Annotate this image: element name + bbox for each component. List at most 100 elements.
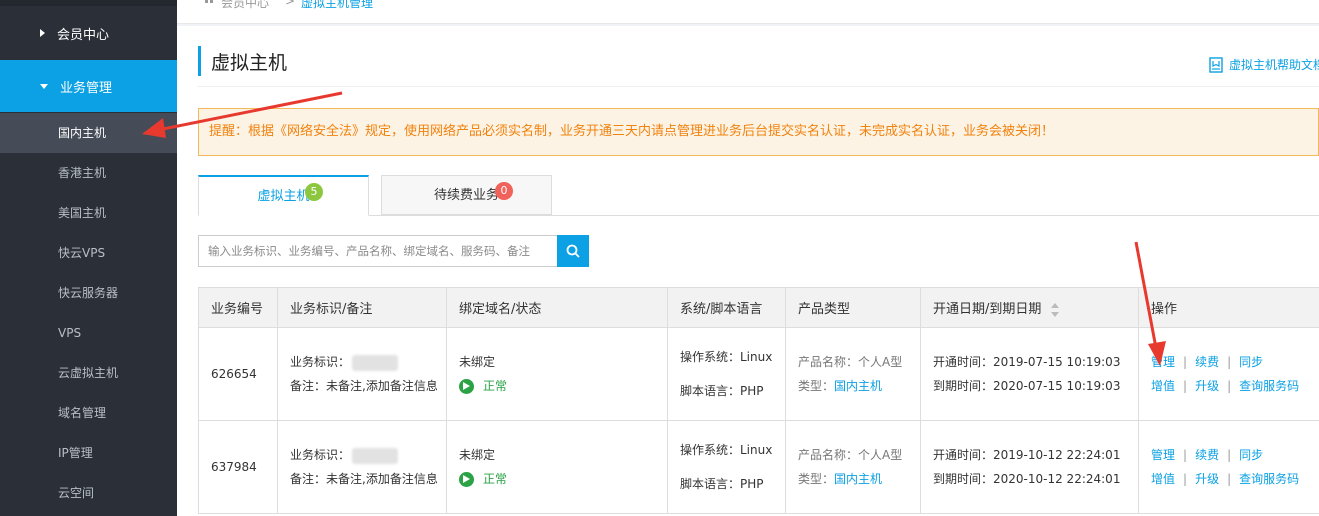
type-link[interactable]: 国内主机 [834,472,882,486]
note-text[interactable]: 备注：未备注,添加备注信息 [290,374,438,398]
title-divider [198,86,1319,87]
table-header-row: 业务编号 业务标识/备注 绑定域名/状态 系统/脚本语言 产品类型 开通日期/到… [198,287,1319,328]
status-badge: 正常 [459,374,655,398]
cell-ident: 业务标识： 备注：未备注,添加备注信息 [277,420,447,514]
count-badge: 0 [495,182,513,200]
renew-link[interactable]: 续费 [1195,448,1219,462]
search-icon [566,244,580,258]
script-text: 脚本语言：PHP [680,384,764,398]
upgrade-link[interactable]: 升级 [1195,379,1219,393]
cell-product: 产品名称：个人A型 类型：国内主机 [785,327,921,421]
sidebar-item-domain-management[interactable]: 域名管理 [0,393,177,433]
ident-label: 业务标识： [290,355,351,369]
main-area: 会员中心 > 虚拟主机管理 虚拟主机 虚拟主机帮助文档 提醒：根据《网络安全法》… [177,0,1319,516]
sidebar-group-member-center[interactable]: 会员中心 [0,7,177,59]
upgrade-link[interactable]: 升级 [1195,472,1219,486]
sidebar-group-label: 会员中心 [57,27,110,43]
manage-link[interactable]: 管理 [1151,355,1175,369]
note-text[interactable]: 备注：未备注,添加备注信息 [290,467,438,491]
query-service-code-link[interactable]: 查询服务码 [1239,379,1299,393]
play-icon [459,378,474,394]
expire-time: 到期时间：2020-10-12 22:24:01 [933,472,1121,486]
real-name-notice: 提醒：根据《网络安全法》规定，使用网络产品必须实名制，业务开通三天内请点管理进业… [198,108,1319,156]
help-doc-link[interactable]: 虚拟主机帮助文档 [1209,56,1319,73]
open-time: 开通时间：2019-07-15 10:19:03 [933,355,1121,369]
tab-pending-renewal[interactable]: 待续费业务 0 [381,175,552,215]
search-box [198,235,558,267]
os-text: 操作系统：Linux [680,443,773,457]
help-doc-label: 虚拟主机帮助文档 [1229,58,1319,72]
home-icon [205,0,213,3]
ident-label: 业务标识： [290,448,351,462]
domain-text: 未绑定 [459,355,496,369]
os-text: 操作系统：Linux [680,350,773,364]
search-input[interactable] [199,236,557,266]
breadcrumb-separator: > [285,0,296,8]
col-header-ident: 业务标识/备注 [277,287,447,328]
tab-virtual-host[interactable]: 虚拟主机 5 [198,175,369,216]
sort-icon[interactable] [1051,302,1060,317]
triangle-right-icon [40,29,45,37]
value-added-link[interactable]: 增值 [1151,379,1175,393]
cell-system: 操作系统：Linux 脚本语言：PHP [667,420,786,514]
status-text: 正常 [483,472,508,486]
sidebar: 会员中心 业务管理 国内主机 香港主机 美国主机 快云VPS 快云服务器 VPS… [0,0,177,516]
type-label: 类型： [798,472,835,486]
col-header-id: 业务编号 [198,287,278,328]
col-header-product: 产品类型 [785,287,921,328]
redacted-value [352,447,399,464]
sidebar-item-hongkong-host[interactable]: 香港主机 [0,153,177,193]
col-header-actions: 操作 [1138,287,1319,328]
cell-id: 637984 [198,420,278,514]
breadcrumb-current: 虚拟主机管理 [301,0,374,10]
cell-dates: 开通时间：2019-07-15 10:19:03 到期时间：2020-07-15… [920,327,1139,421]
status-badge: 正常 [459,467,655,491]
cell-dates: 开通时间：2019-10-12 22:24:01 到期时间：2020-10-12… [920,420,1139,514]
status-text: 正常 [483,379,508,393]
renew-link[interactable]: 续费 [1195,355,1219,369]
manage-link[interactable]: 管理 [1151,448,1175,462]
breadcrumb-home-link[interactable]: 会员中心 [221,0,269,11]
table-row: 626654 业务标识： 备注：未备注,添加备注信息 未绑定 正常 操作系统：L… [198,327,1319,421]
product-name: 产品名称：个人A型 [798,448,903,462]
sidebar-item-vps[interactable]: VPS [0,313,177,353]
sidebar-group-label: 业务管理 [60,80,113,96]
sidebar-item-cloud-space[interactable]: 云空间 [0,473,177,513]
sidebar-group-business[interactable]: 业务管理 [0,60,177,112]
domain-text: 未绑定 [459,448,496,462]
sidebar-item-kuaiyun-server[interactable]: 快云服务器 [0,273,177,313]
count-badge: 5 [305,183,323,201]
query-service-code-link[interactable]: 查询服务码 [1239,472,1299,486]
redacted-value [352,354,399,371]
col-header-system: 系统/脚本语言 [667,287,786,328]
sidebar-item-kuaiyun-vps[interactable]: 快云VPS [0,233,177,273]
cell-domain: 未绑定 正常 [446,420,668,514]
sync-link[interactable]: 同步 [1239,448,1263,462]
product-name: 产品名称：个人A型 [798,355,903,369]
open-time: 开通时间：2019-10-12 22:24:01 [933,448,1121,462]
sidebar-item-ip-management[interactable]: IP管理 [0,433,177,473]
title-accent-bar [198,46,201,76]
sidebar-item-cloud-virtual-host[interactable]: 云虚拟主机 [0,353,177,393]
content-panel: 虚拟主机 虚拟主机帮助文档 提醒：根据《网络安全法》规定，使用网络产品必须实名制… [177,26,1319,516]
cell-system: 操作系统：Linux 脚本语言：PHP [667,327,786,421]
col-header-dates-label: 开通日期/到期日期 [933,302,1042,317]
play-icon [459,471,474,487]
cell-actions: 管理 | 续费 | 同步 增值 | 升级 | 查询服务码 [1138,327,1319,421]
breadcrumb: 会员中心 > 虚拟主机管理 [177,0,1319,24]
cell-actions: 管理 | 续费 | 同步 增值 | 升级 | 查询服务码 [1138,420,1319,514]
sidebar-item-domestic-host[interactable]: 国内主机 [0,113,177,153]
sync-link[interactable]: 同步 [1239,355,1263,369]
sidebar-item-us-host[interactable]: 美国主机 [0,193,177,233]
cell-ident: 业务标识： 备注：未备注,添加备注信息 [277,327,447,421]
tab-bar: 虚拟主机 5 待续费业务 0 [198,174,1319,216]
type-label: 类型： [798,379,835,393]
triangle-down-icon [40,83,48,89]
cell-domain: 未绑定 正常 [446,327,668,421]
document-icon [1209,56,1223,73]
search-button[interactable] [557,235,589,267]
value-added-link[interactable]: 增值 [1151,472,1175,486]
type-link[interactable]: 国内主机 [834,379,882,393]
cell-id: 626654 [198,327,278,421]
col-header-dates[interactable]: 开通日期/到期日期 [920,287,1139,328]
